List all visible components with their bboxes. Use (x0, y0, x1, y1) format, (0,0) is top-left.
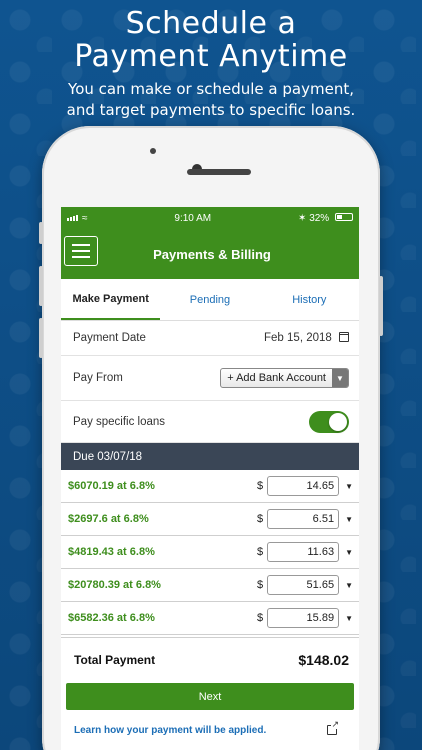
loan-row: $6070.19 at 6.8% $ 14.65 ▼ (61, 470, 359, 503)
chevron-down-icon[interactable]: ▼ (345, 548, 353, 557)
currency-symbol: $ (256, 513, 264, 525)
loan-label: $4819.43 at 6.8% (68, 546, 155, 558)
pay-from-row: Pay From + Add Bank Account ▼ (61, 356, 359, 401)
payment-date-value: Feb 15, 2018 (264, 332, 332, 344)
page-title: Payments & Billing (153, 246, 271, 262)
external-link-icon[interactable] (327, 719, 339, 735)
phone-power-button (379, 276, 383, 336)
loan-amount-input[interactable]: 51.65 (267, 575, 340, 595)
promo-title-line2: Payment Anytime (74, 39, 348, 74)
currency-symbol: $ (256, 480, 264, 492)
next-button[interactable]: Next (66, 683, 354, 710)
loan-label: $6582.36 at 6.8% (68, 612, 155, 624)
app-bar: Payments & Billing (61, 229, 359, 279)
phone-volume-down-button (39, 318, 43, 358)
chevron-down-icon[interactable]: ▼ (345, 482, 353, 491)
loan-amount-input[interactable]: 14.65 (267, 476, 340, 496)
currency-symbol: $ (256, 546, 264, 558)
total-payment-row: Total Payment $148.02 (61, 637, 359, 681)
chevron-down-icon: ▼ (332, 369, 348, 387)
phone-side-button (39, 222, 43, 244)
loan-row: $6582.36 at 6.8% $ 15.89 ▼ (61, 602, 359, 635)
pay-specific-label: Pay specific loans (73, 415, 166, 428)
payment-date-label: Payment Date (73, 332, 146, 344)
pay-from-label: Pay From (73, 372, 123, 384)
tab-make-payment[interactable]: Make Payment (61, 279, 161, 320)
promo-subtitle-line1: You can make or schedule a payment, (68, 80, 354, 98)
signal-group: ≈ (67, 213, 88, 224)
chevron-down-icon[interactable]: ▼ (345, 614, 353, 623)
loan-row: $20780.39 at 6.8% $ 51.65 ▼ (61, 569, 359, 602)
promo-title: Schedule a Payment Anytime (0, 7, 422, 73)
due-date-header: Due 03/07/18 (61, 443, 359, 470)
loan-row: $4819.43 at 6.8% $ 11.63 ▼ (61, 536, 359, 569)
loan-amount-group: $ 11.63 ▼ (257, 542, 353, 562)
loan-label: $20780.39 at 6.8% (68, 579, 161, 591)
hamburger-icon[interactable] (64, 236, 98, 266)
tab-history[interactable]: History (260, 279, 359, 320)
learn-more-link[interactable]: Learn how your payment will be applied. (74, 725, 266, 736)
app-screen: ≈ 9:10 AM ✶ 32% Payments & Billing Make … (61, 207, 359, 750)
tab-bar: Make Payment Pending History (61, 279, 359, 321)
total-payment-value: $148.02 (298, 651, 349, 668)
loan-row: $2697.6 at 6.8% $ 6.51 ▼ (61, 503, 359, 536)
promo-title-line1: Schedule a (125, 6, 297, 41)
payment-date-picker[interactable]: Feb 15, 2018 (264, 332, 349, 344)
pay-specific-row: Pay specific loans (61, 401, 359, 443)
phone-speaker (187, 169, 251, 175)
status-bar: ≈ 9:10 AM ✶ 32% (61, 207, 359, 229)
learn-more-row: Learn how your payment will be applied. (61, 710, 359, 750)
chevron-down-icon[interactable]: ▼ (345, 581, 353, 590)
total-payment-label: Total Payment (74, 652, 156, 667)
loan-amount-input[interactable]: 11.63 (267, 542, 340, 562)
bluetooth-icon: ✶ (298, 212, 307, 224)
loan-amount-group: $ 6.51 ▼ (257, 509, 353, 529)
promo-header: Schedule a Payment Anytime You can make … (0, 0, 422, 121)
chevron-down-icon[interactable]: ▼ (345, 515, 353, 524)
loan-amount-input[interactable]: 6.51 (267, 509, 340, 529)
tab-pending[interactable]: Pending (160, 279, 259, 320)
loan-label: $2697.6 at 6.8% (68, 513, 149, 525)
phone-sensor (150, 148, 156, 154)
battery-icon (334, 212, 353, 221)
signal-icon (67, 215, 78, 221)
loan-amount-group: $ 15.89 ▼ (257, 608, 353, 628)
pay-specific-toggle[interactable] (309, 410, 349, 433)
currency-symbol: $ (256, 579, 264, 591)
loan-list: $6070.19 at 6.8% $ 14.65 ▼ $2697.6 at 6.… (61, 470, 359, 635)
battery-group: ✶ 32% (298, 212, 353, 224)
pay-from-select[interactable]: + Add Bank Account ▼ (220, 368, 349, 388)
promo-subtitle-line2: and target payments to specific loans. (66, 101, 356, 119)
phone-volume-up-button (39, 266, 43, 306)
loan-label: $6070.19 at 6.8% (68, 480, 155, 492)
battery-percent: 32% (309, 212, 330, 224)
wifi-icon: ≈ (82, 212, 88, 224)
promo-subtitle: You can make or schedule a payment, and … (0, 79, 422, 121)
loan-amount-group: $ 51.65 ▼ (257, 575, 353, 595)
calendar-icon[interactable] (339, 332, 349, 342)
pay-from-value: + Add Bank Account (227, 372, 326, 384)
currency-symbol: $ (256, 612, 264, 624)
status-time: 9:10 AM (174, 212, 212, 224)
payment-date-row[interactable]: Payment Date Feb 15, 2018 (61, 321, 359, 356)
loan-amount-group: $ 14.65 ▼ (257, 476, 353, 496)
loan-amount-input[interactable]: 15.89 (267, 608, 340, 628)
